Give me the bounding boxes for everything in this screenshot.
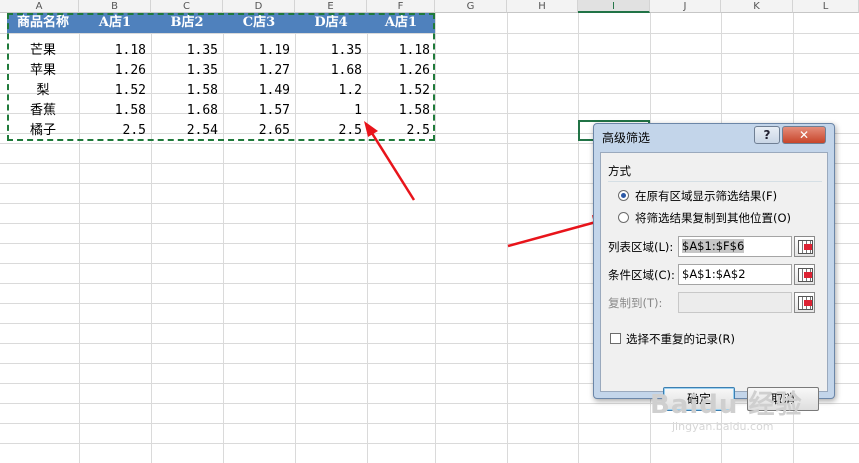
gridline bbox=[507, 13, 508, 463]
table-cell[interactable]: 橘子 bbox=[7, 121, 79, 141]
table-cell[interactable]: 1.68 bbox=[295, 61, 367, 81]
list-range-value: $A$1:$F$6 bbox=[682, 239, 745, 253]
unique-records-label[interactable]: 选择不重复的记录(R) bbox=[626, 331, 735, 347]
close-icon: ✕ bbox=[798, 128, 810, 142]
annotation-arrow bbox=[507, 215, 606, 248]
column-header-I[interactable]: I bbox=[578, 0, 650, 13]
criteria-range-input[interactable]: $A$1:$A$2 bbox=[678, 264, 792, 285]
column-header-L[interactable]: L bbox=[793, 0, 859, 13]
table-cell[interactable]: 1.26 bbox=[367, 61, 435, 81]
column-header-D[interactable]: D bbox=[223, 0, 295, 13]
table-cell[interactable]: 1.35 bbox=[151, 61, 223, 81]
column-header-J[interactable]: J bbox=[650, 0, 721, 13]
table-cell[interactable]: 1.52 bbox=[367, 81, 435, 101]
column-header-K[interactable]: K bbox=[721, 0, 793, 13]
radio-in-place[interactable] bbox=[618, 190, 629, 201]
table-cell[interactable]: 1.68 bbox=[151, 101, 223, 121]
advanced-filter-dialog: 高级筛选 ? ✕ 方式 在原有区域显示筛选结果(F) 将筛选结果复制到其他位置(… bbox=[593, 123, 835, 411]
table-cell[interactable]: 1.27 bbox=[223, 61, 295, 81]
help-icon: ? bbox=[763, 128, 771, 142]
unique-records-checkbox[interactable] bbox=[610, 333, 621, 344]
header-cell[interactable]: B店2 bbox=[151, 13, 223, 33]
close-button[interactable]: ✕ bbox=[782, 126, 826, 144]
baidu-watermark: Baidu 经验 bbox=[650, 390, 803, 420]
table-cell[interactable]: 1.18 bbox=[79, 41, 151, 61]
list-range-input[interactable]: $A$1:$F$6 bbox=[678, 236, 792, 257]
copy-to-input[interactable] bbox=[678, 292, 792, 313]
table-cell[interactable]: 梨 bbox=[7, 81, 79, 101]
copy-to-collapse-button[interactable] bbox=[794, 292, 815, 313]
column-header-A[interactable]: A bbox=[0, 0, 79, 13]
criteria-range-collapse-button[interactable] bbox=[794, 264, 815, 285]
table-cell[interactable]: 1.49 bbox=[223, 81, 295, 101]
table-cell[interactable]: 芒果 bbox=[7, 41, 79, 61]
column-header-F[interactable]: F bbox=[367, 0, 435, 13]
table-cell[interactable]: 1.52 bbox=[79, 81, 151, 101]
baidu-watermark-url: jingyan.baidu.com bbox=[672, 420, 774, 433]
list-range-collapse-button[interactable] bbox=[794, 236, 815, 257]
gridline bbox=[0, 443, 859, 444]
header-cell[interactable]: A店1 bbox=[367, 13, 435, 33]
table-cell[interactable]: 2.5 bbox=[367, 121, 435, 141]
help-button[interactable]: ? bbox=[754, 126, 780, 144]
table-cell[interactable]: 1.18 bbox=[367, 41, 435, 61]
dialog-title: 高级筛选 bbox=[602, 131, 651, 145]
list-range-label: 列表区域(L): bbox=[608, 240, 674, 254]
column-header-G[interactable]: G bbox=[435, 0, 507, 13]
radio-copy-to-location[interactable] bbox=[618, 212, 629, 223]
header-cell[interactable]: C店3 bbox=[223, 13, 295, 33]
group-divider bbox=[608, 181, 822, 182]
column-header-E[interactable]: E bbox=[295, 0, 367, 13]
table-cell[interactable]: 2.5 bbox=[79, 121, 151, 141]
copy-to-label: 复制到(T): bbox=[608, 296, 663, 310]
table-cell[interactable]: 1.57 bbox=[223, 101, 295, 121]
header-cell-product-name[interactable]: 商品名称 bbox=[7, 13, 79, 33]
gridline bbox=[578, 13, 579, 463]
column-header-C[interactable]: C bbox=[151, 0, 223, 13]
method-group-label: 方式 bbox=[608, 164, 631, 178]
radio-copy-to-location-label[interactable]: 将筛选结果复制到其他位置(O) bbox=[635, 210, 791, 226]
table-cell[interactable]: 2.5 bbox=[295, 121, 367, 141]
header-cell[interactable]: D店4 bbox=[295, 13, 367, 33]
table-cell[interactable]: 1.58 bbox=[367, 101, 435, 121]
table-cell[interactable]: 苹果 bbox=[7, 61, 79, 81]
table-cell[interactable]: 香蕉 bbox=[7, 101, 79, 121]
table-cell[interactable]: 1.35 bbox=[295, 41, 367, 61]
table-cell[interactable]: 1.26 bbox=[79, 61, 151, 81]
table-cell[interactable]: 1.2 bbox=[295, 81, 367, 101]
dialog-body: 方式 在原有区域显示筛选结果(F) 将筛选结果复制到其他位置(O) 列表区域(L… bbox=[600, 152, 828, 411]
radio-in-place-label[interactable]: 在原有区域显示筛选结果(F) bbox=[635, 188, 777, 204]
table-cell[interactable]: 1.35 bbox=[151, 41, 223, 61]
column-header-H[interactable]: H bbox=[507, 0, 578, 13]
table-cell[interactable]: 2.54 bbox=[151, 121, 223, 141]
column-header-B[interactable]: B bbox=[79, 0, 151, 13]
table-cell[interactable]: 2.65 bbox=[223, 121, 295, 141]
gridline bbox=[435, 13, 436, 463]
table-cell[interactable]: 1.58 bbox=[79, 101, 151, 121]
criteria-range-label: 条件区域(C): bbox=[608, 268, 675, 282]
table-cell[interactable]: 1.58 bbox=[151, 81, 223, 101]
header-cell[interactable]: A店1 bbox=[79, 13, 151, 33]
gridline bbox=[0, 33, 859, 34]
table-cell[interactable]: 1 bbox=[295, 101, 367, 121]
table-cell[interactable]: 1.19 bbox=[223, 41, 295, 61]
